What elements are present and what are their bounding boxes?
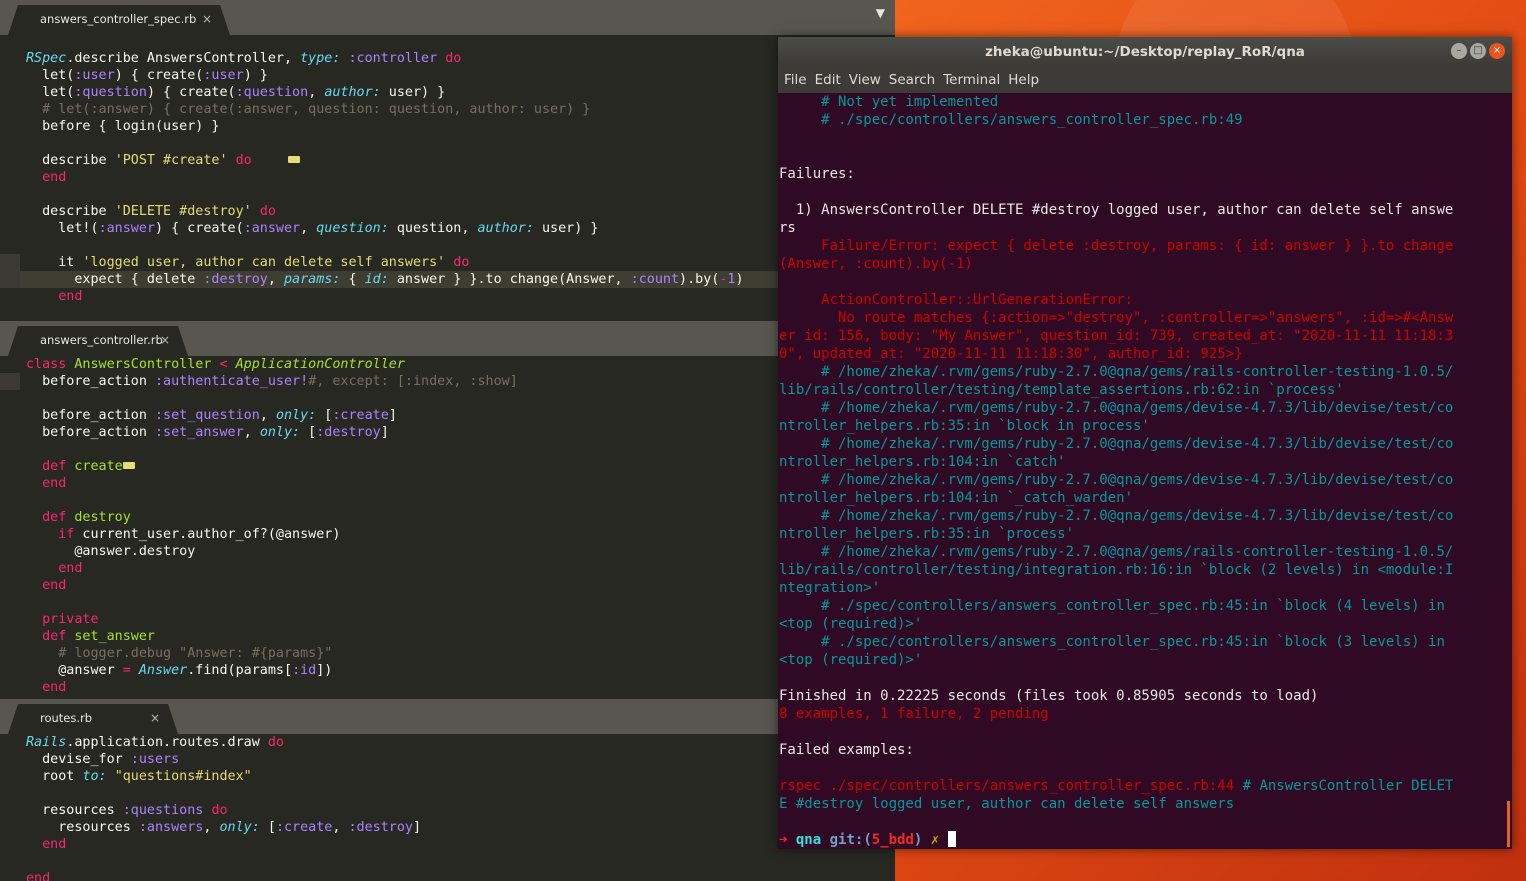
menu-help[interactable]: Help xyxy=(1002,67,1041,93)
output-line: # /home/zheka/.rvm/gems/ruby-2.7.0@qna/g… xyxy=(779,364,1454,380)
terminal-output[interactable]: # Not yet implemented # ./spec/controlle… xyxy=(779,93,1507,849)
output-line: lib/rails/controller/testing/integration… xyxy=(779,562,1454,578)
editor-pane-controller: answers_controller.rb × class AnswersCon… xyxy=(0,321,895,699)
output-line: # Not yet implemented xyxy=(779,94,999,110)
tab-close-icon[interactable]: × xyxy=(150,704,160,733)
output-line: ntegration>' xyxy=(779,580,881,596)
output-line: E #destroy logged user, author can delet… xyxy=(779,796,1235,812)
output-line: Failure/Error: expect { delete :destroy,… xyxy=(779,238,1454,254)
output-line: <top (required)>' xyxy=(779,616,923,632)
output-line: # ./spec/controllers/answers_controller_… xyxy=(779,598,1445,614)
tab-label: answers_controller.rb xyxy=(40,333,163,347)
terminal-titlebar[interactable]: zheka@ubuntu:~/Desktop/replay_RoR/qna – … xyxy=(778,37,1512,67)
prompt-directory: qna xyxy=(795,832,822,848)
tab-close-icon[interactable]: × xyxy=(160,326,170,355)
shell-prompt[interactable]: ➜ qna git:(5_bdd) ✗ xyxy=(779,831,1507,849)
output-line: <top (required)>' xyxy=(779,652,923,668)
tab-menu-dropdown-icon[interactable]: ▼ xyxy=(876,6,885,20)
window-title: zheka@ubuntu:~/Desktop/replay_RoR/qna xyxy=(985,44,1305,60)
output-line: # /home/zheka/.rvm/gems/ruby-2.7.0@qna/g… xyxy=(779,472,1454,488)
maximize-icon[interactable]: □ xyxy=(1470,43,1486,59)
output-line: ntroller_helpers.rb:35:in `process' xyxy=(779,526,1075,542)
output-line: No route matches {:action=>"destroy", :c… xyxy=(779,310,1454,326)
output-line: 0", updated_at: "2020-11-11 11:18:30", a… xyxy=(779,346,1243,362)
tab-answers-controller-spec[interactable]: answers_controller_spec.rb × xyxy=(8,5,230,35)
text-cursor xyxy=(947,831,956,847)
close-icon[interactable]: × xyxy=(1489,43,1505,59)
tab-bar: answers_controller.rb × xyxy=(0,321,895,356)
code-area[interactable]: Rails.application.routes.draw do devise_… xyxy=(0,734,895,881)
output-line: # /home/zheka/.rvm/gems/ruby-2.7.0@qna/g… xyxy=(779,508,1454,524)
fold-marker-icon[interactable] xyxy=(288,156,300,163)
output-line: rs xyxy=(779,220,796,236)
prompt-git-branch: 5_bdd xyxy=(871,832,914,848)
output-line: rspec ./spec/controllers/answers_control… xyxy=(779,778,1454,794)
output-line: ActionController::UrlGenerationError: xyxy=(779,292,1134,308)
output-line: Finished in 0.22225 seconds (files took … xyxy=(779,688,1319,704)
menu-edit[interactable]: Edit xyxy=(809,67,843,93)
prompt-dirty-icon: ✗ xyxy=(930,832,940,848)
menu-view[interactable]: View xyxy=(843,67,883,93)
output-line: # /home/zheka/.rvm/gems/ruby-2.7.0@qna/g… xyxy=(779,400,1454,416)
fold-marker-icon[interactable] xyxy=(122,462,135,469)
output-line: ntroller_helpers.rb:104:in `_catch_warde… xyxy=(779,490,1134,506)
output-line: ntroller_helpers.rb:35:in `block in proc… xyxy=(779,418,1150,434)
terminal-menubar: File Edit View Search Terminal Help xyxy=(778,67,1512,93)
tab-bar: routes.rb × xyxy=(0,699,895,734)
output-line: Failures: xyxy=(779,166,855,182)
output-line: er id: 156, body: "My Answer", question_… xyxy=(779,328,1454,344)
output-line: (Answer, :count).by(-1) xyxy=(779,256,973,272)
menu-search[interactable]: Search xyxy=(883,67,937,93)
output-line: # ./spec/controllers/answers_controller_… xyxy=(779,112,1243,128)
editor-pane-routes: routes.rb × Rails.application.routes.dra… xyxy=(0,699,895,881)
output-line: # ./spec/controllers/answers_controller_… xyxy=(779,634,1445,650)
code-area[interactable]: class AnswersController < ApplicationCon… xyxy=(0,356,895,699)
tab-label: routes.rb xyxy=(40,711,93,725)
tab-routes[interactable]: routes.rb × xyxy=(8,704,178,734)
tab-close-icon[interactable]: × xyxy=(202,5,212,34)
menu-terminal[interactable]: Terminal xyxy=(937,67,1002,93)
menu-file[interactable]: File xyxy=(778,67,809,93)
output-line: Failed examples: xyxy=(779,742,914,758)
output-line: # /home/zheka/.rvm/gems/ruby-2.7.0@qna/g… xyxy=(779,544,1454,560)
prompt-git-close: ) xyxy=(913,832,923,848)
tab-bar: answers_controller_spec.rb × ▼ xyxy=(0,0,895,35)
output-line: 1) AnswersController DELETE #destroy log… xyxy=(779,202,1454,218)
code-editor-window: answers_controller_spec.rb × ▼ RSpec.des… xyxy=(0,0,895,881)
code-area[interactable]: RSpec.describe AnswersController, type: … xyxy=(0,50,895,321)
tab-answers-controller[interactable]: answers_controller.rb × xyxy=(8,326,188,356)
output-line: lib/rails/controller/testing/template_as… xyxy=(779,382,1344,398)
prompt-arrow-icon: ➜ xyxy=(779,832,788,848)
prompt-git-open: git:( xyxy=(829,832,872,848)
editor-pane-spec: answers_controller_spec.rb × ▼ RSpec.des… xyxy=(0,0,895,321)
minimize-icon[interactable]: – xyxy=(1451,43,1467,59)
terminal-scrollbar[interactable] xyxy=(1507,801,1510,847)
tab-label: answers_controller_spec.rb xyxy=(40,12,197,26)
output-line: 8 examples, 1 failure, 2 pending xyxy=(779,706,1049,722)
output-line: ntroller_helpers.rb:104:in `catch' xyxy=(779,454,1066,470)
terminal-window[interactable]: zheka@ubuntu:~/Desktop/replay_RoR/qna – … xyxy=(778,37,1512,849)
output-line: # /home/zheka/.rvm/gems/ruby-2.7.0@qna/g… xyxy=(779,436,1454,452)
